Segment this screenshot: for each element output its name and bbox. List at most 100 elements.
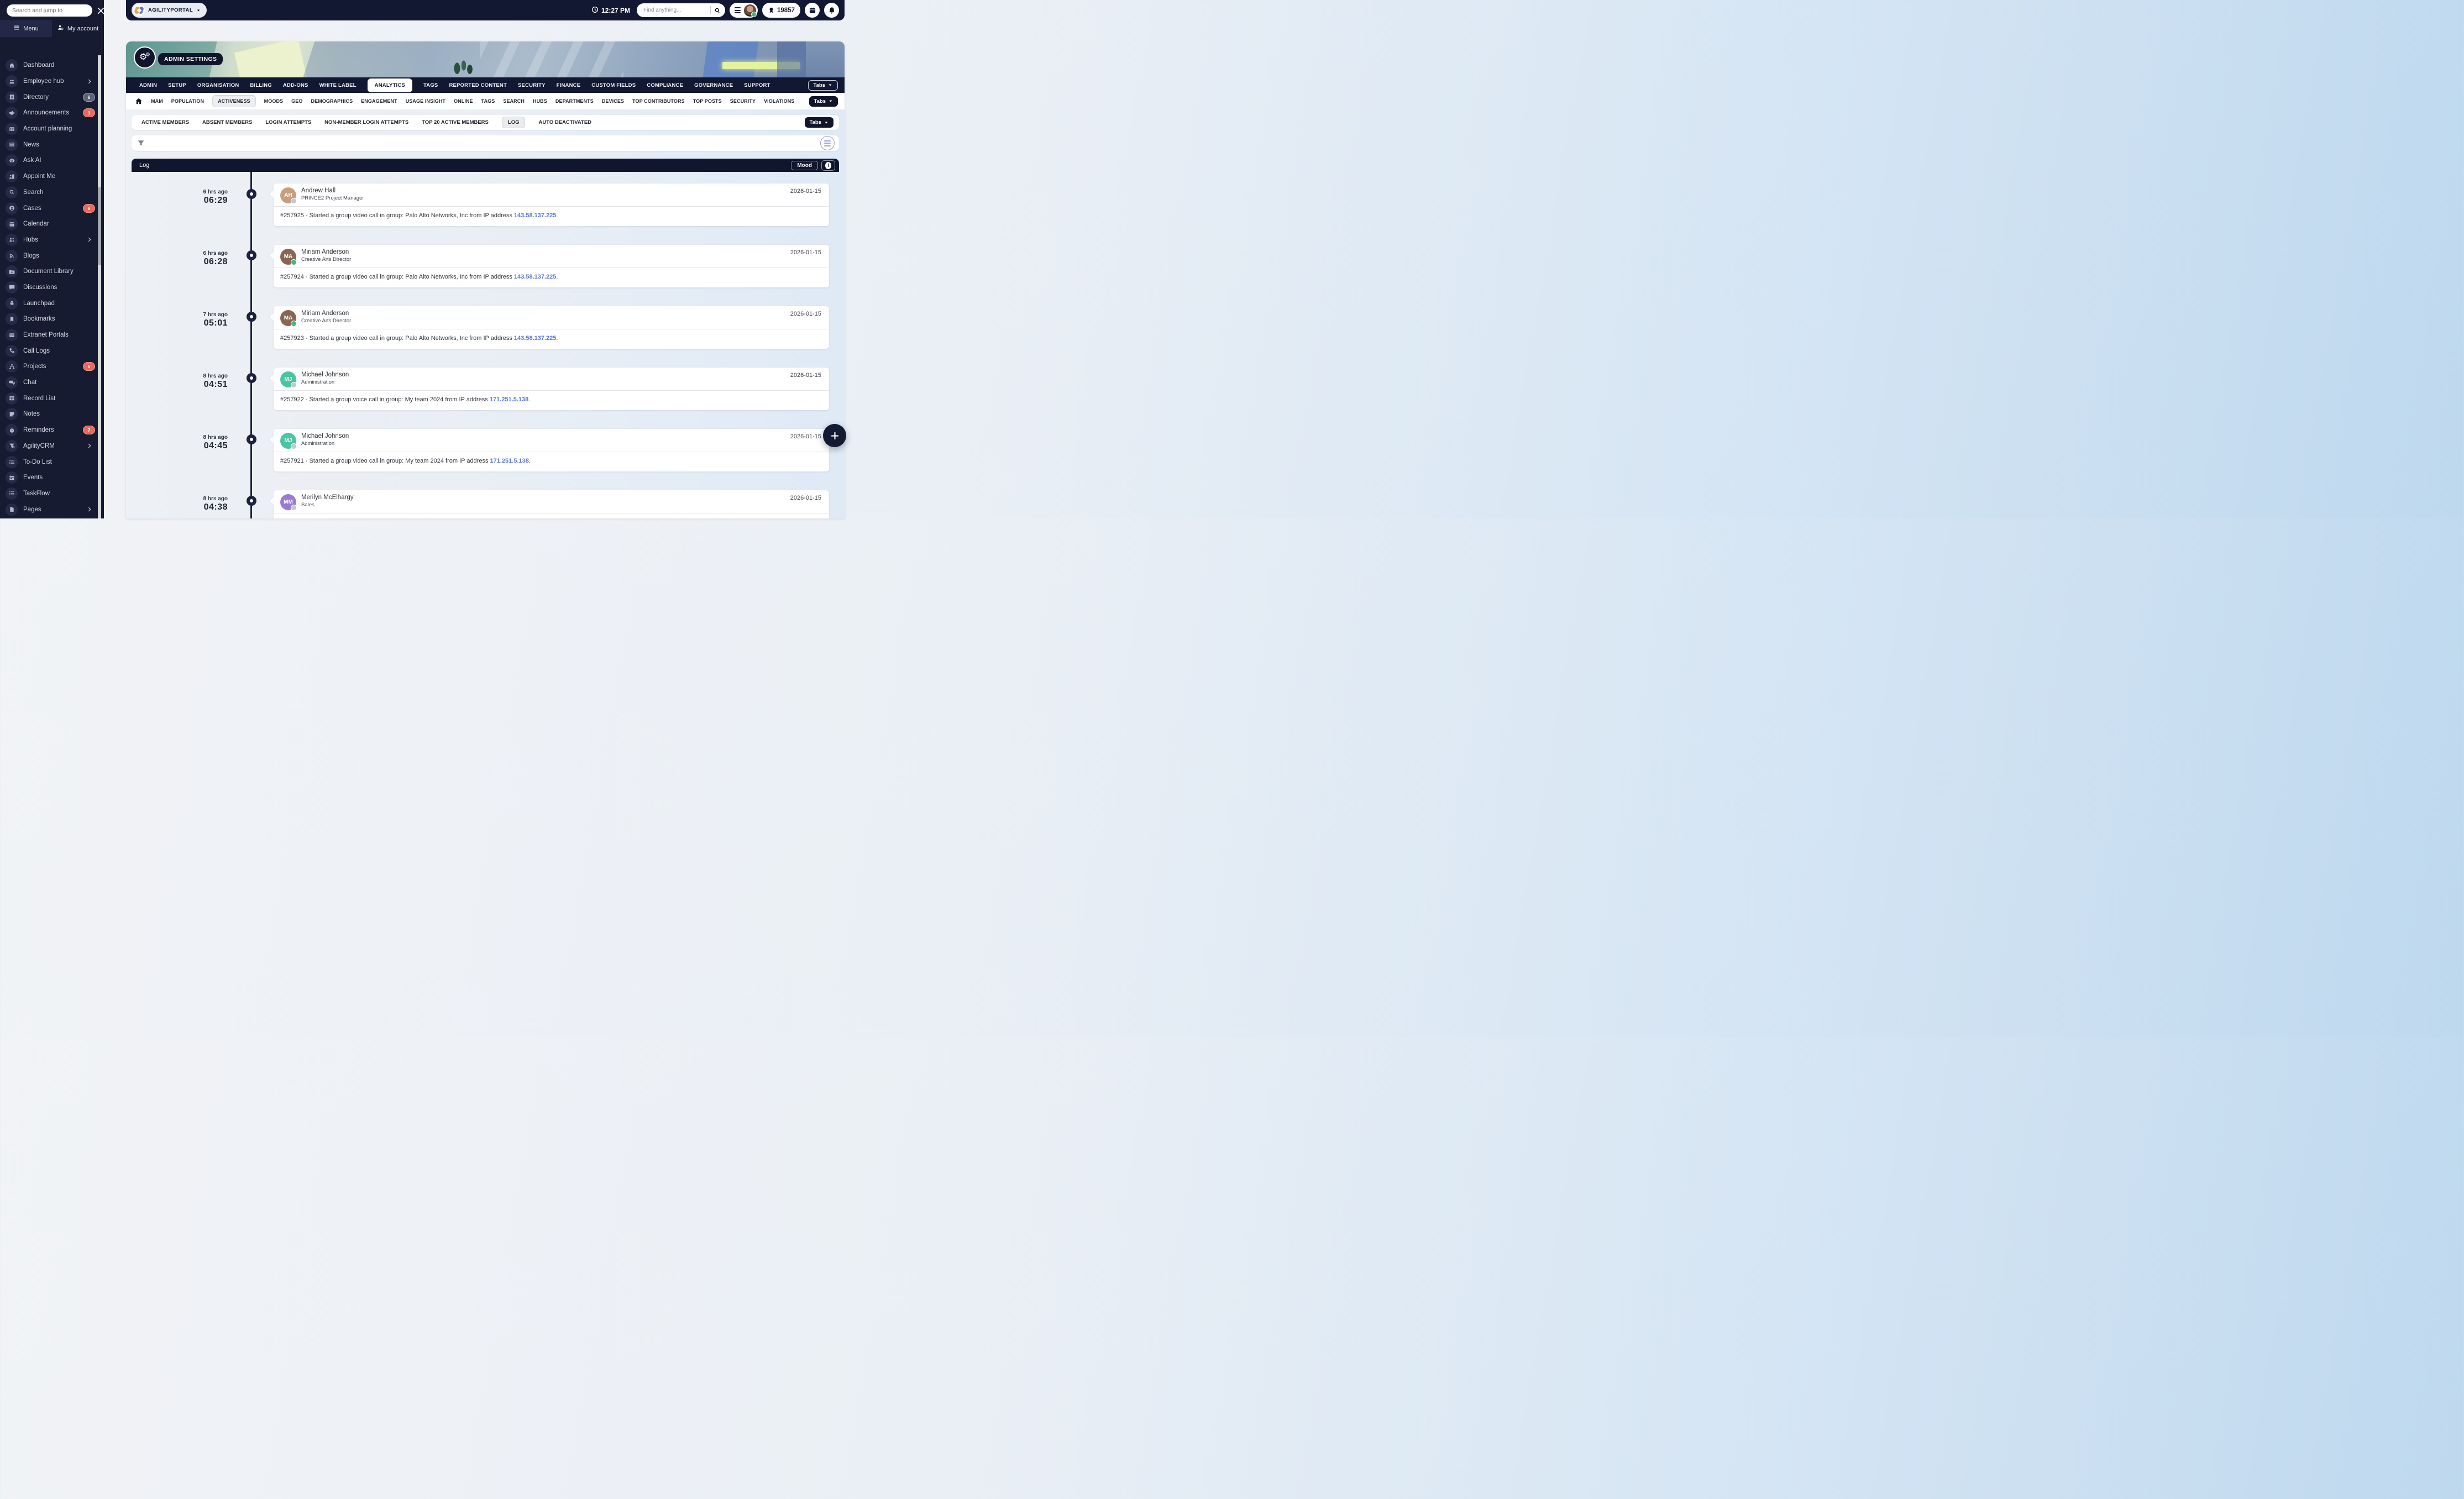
tab-search[interactable]: SEARCH [503,98,525,104]
tab-non-member-login-attempts[interactable]: NON-MEMBER LOGIN ATTEMPTS [324,119,408,125]
tab-tags[interactable]: TAGS [481,98,495,104]
tab-tags[interactable]: TAGS [423,82,438,88]
sidebar-item-directory[interactable]: Directory6 [0,89,97,105]
member-name[interactable]: Merilyn McElhargy [301,494,354,501]
tab-white-label[interactable]: WHITE LABEL [319,82,357,88]
sidebar-item-events[interactable]: Events [0,470,97,486]
home-icon[interactable] [135,97,143,105]
sidebar-item-agilitycrm[interactable]: $AgilityCRM [0,438,97,454]
sidebar-scrollbar[interactable] [98,55,101,518]
sidebar-item-calendar[interactable]: Calendar [0,216,97,232]
sidebar-item-dashboard[interactable]: Dashboard [0,57,97,74]
member-name[interactable]: Miriam Anderson [301,249,351,255]
tab-finance[interactable]: FINANCE [557,82,581,88]
sidebar-item-bookmarks[interactable]: Bookmarks [0,311,97,327]
sidebar-tab-menu[interactable]: Menu [0,20,52,37]
sidebar-search-input[interactable] [7,4,92,17]
tab-custom-fields[interactable]: CUSTOM FIELDS [591,82,636,88]
tab-moods[interactable]: MOODS [264,98,284,104]
sidebar-item-projects[interactable]: Projects5 [0,359,97,375]
sidebar-item-news[interactable]: News [0,137,97,153]
sidebar-item-document-library[interactable]: Document Library [0,264,97,280]
tab-top-posts[interactable]: TOP POSTS [693,98,722,104]
sidebar-item-account-planning[interactable]: Account planning [0,121,97,137]
sidebar-item-discussions[interactable]: Discussions [0,280,97,296]
scrollbar-thumb[interactable] [98,187,101,265]
tab-mam[interactable]: MAM [151,98,163,104]
sidebar-item-search[interactable]: Search [0,185,97,201]
tab-usage-insight[interactable]: USAGE INSIGHT [406,98,445,104]
sidebar-item-chat[interactable]: Chat [0,375,97,391]
tab-active-members[interactable]: ACTIVE MEMBERS [141,119,189,125]
member-name[interactable]: Andrew Hall [301,187,364,194]
sidebar-tab-my-account[interactable]: ⚙My account [52,20,104,37]
tab-analytics[interactable]: ANALYTICS [368,78,412,92]
tabs-dropdown-button[interactable]: Tabs [809,96,838,107]
ip-link[interactable]: 143.58.137.225 [514,274,556,280]
close-icon[interactable] [97,6,105,15]
calendar-button[interactable] [805,3,820,18]
tab-top-contributors[interactable]: TOP CONTRIBUTORS [632,98,685,104]
sidebar-item-pages[interactable]: Pages [0,501,97,517]
tab-add-ons[interactable]: ADD-ONS [283,82,308,88]
tab-top-20-active-members[interactable]: TOP 20 ACTIVE MEMBERS [422,119,489,125]
tab-reported-content[interactable]: REPORTED CONTENT [449,82,507,88]
tabs-dropdown-button[interactable]: Tabs [805,117,833,128]
sidebar-item-cases[interactable]: Cases6 [0,200,97,216]
sidebar-item-blogs[interactable]: Blogs [0,248,97,264]
sidebar-item-call-logs[interactable]: Call Logs [0,343,97,359]
member-name[interactable]: Michael Johnson [301,371,349,378]
list-menu-icon[interactable] [820,136,835,150]
search-icon[interactable] [714,7,721,14]
sidebar-item-employee-hub[interactable]: Employee hub [0,74,97,90]
sidebar-item-extranet-portals[interactable]: Extranet Portals [0,327,97,343]
tab-devices[interactable]: DEVICES [602,98,624,104]
sidebar-item-appoint-me[interactable]: Appoint Me [0,169,97,185]
tab-activeness[interactable]: ACTIVENESS [212,95,256,107]
tab-governance[interactable]: GOVERNANCE [694,82,733,88]
sidebar-item-taskflow[interactable]: TaskFlow [0,486,97,502]
tab-violations[interactable]: VIOLATIONS [764,98,794,104]
sidebar-item-to-do-list[interactable]: To-Do List [0,454,97,470]
tab-support[interactable]: SUPPORT [744,82,770,88]
tab-population[interactable]: POPULATION [171,98,204,104]
sidebar-item-record-list[interactable]: Record List [0,390,97,406]
global-search-input[interactable] [642,7,707,14]
tab-absent-members[interactable]: ABSENT MEMBERS [202,119,252,125]
member-name[interactable]: Miriam Anderson [301,310,351,317]
ip-link[interactable]: 171.251.5.138 [490,396,528,403]
tab-login-attempts[interactable]: LOGIN ATTEMPTS [265,119,311,125]
sidebar-item-reminders[interactable]: Reminders7 [0,422,97,438]
tab-organisation[interactable]: ORGANISATION [197,82,239,88]
ip-link[interactable]: 143.58.137.225 [514,212,556,219]
tab-security[interactable]: SECURITY [730,98,756,104]
tab-online[interactable]: ONLINE [454,98,473,104]
tab-compliance[interactable]: COMPLIANCE [647,82,683,88]
tab-setup[interactable]: SETUP [168,82,186,88]
tab-billing[interactable]: BILLING [250,82,271,88]
filter-icon[interactable] [137,139,145,147]
tab-security[interactable]: SECURITY [518,82,546,88]
tab-log[interactable]: LOG [502,117,526,128]
tab-departments[interactable]: DEPARTMENTS [555,98,594,104]
mood-button[interactable]: Mood [791,161,818,170]
ip-link[interactable]: 171.251.5.138 [490,458,529,464]
sidebar-item-announcements[interactable]: Announcements1 [0,105,97,121]
sidebar-item-launchpad[interactable]: Launchpad [0,295,97,311]
sidebar-item-notes[interactable]: Notes [0,406,97,422]
tab-auto-deactivated[interactable]: AUTO DEACTIVATED [538,119,591,125]
tab-engagement[interactable]: ENGAGEMENT [361,98,397,104]
member-name[interactable]: Michael Johnson [301,433,349,439]
tab-geo[interactable]: GEO [291,98,302,104]
brand-switcher[interactable]: AGILITYPORTAL [132,3,207,18]
points-counter[interactable]: 19857 [762,3,800,18]
tabs-dropdown-button[interactable]: Tabs [808,80,838,91]
info-button[interactable]: i [821,160,835,171]
user-menu[interactable] [730,3,758,18]
tab-demographics[interactable]: DEMOGRAPHICS [311,98,353,104]
sidebar-item-ask-ai[interactable]: Ask AI [0,153,97,169]
tab-hubs[interactable]: HUBS [533,98,547,104]
add-button[interactable] [823,424,846,447]
sidebar-item-hubs[interactable]: Hubs [0,232,97,248]
ip-link[interactable]: 143.58.137.225 [514,335,556,342]
